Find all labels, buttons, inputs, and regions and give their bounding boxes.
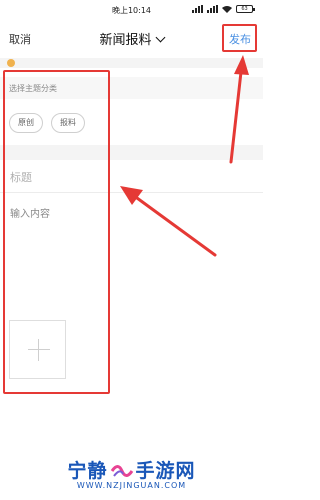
chevron-down-icon [155, 32, 165, 43]
wifi-icon [222, 6, 232, 13]
watermark-name-right: 手游网 [135, 460, 196, 482]
watermark-name: 宁静 手游网 [0, 456, 263, 483]
status-bar: 晚上10:14 63 [0, 0, 263, 20]
status-icons: 63 [192, 5, 255, 13]
highlight-box-form [3, 70, 110, 394]
notice-icon [7, 59, 15, 67]
watermark-url: WWW.NZJINGUAN.COM [76, 481, 187, 490]
watermark-logo-icon [110, 465, 133, 477]
signal-icon-2 [207, 5, 218, 13]
page-title-text: 新闻报料 [99, 33, 152, 48]
highlight-box-publish [222, 24, 257, 52]
battery-icon: 63 [236, 5, 255, 13]
watermark-name-left: 宁静 [67, 460, 108, 482]
notice-bar [0, 58, 263, 68]
signal-icon [192, 5, 203, 13]
watermark: 宁静 手游网 WWW.NZJINGUAN.COM [0, 450, 263, 500]
